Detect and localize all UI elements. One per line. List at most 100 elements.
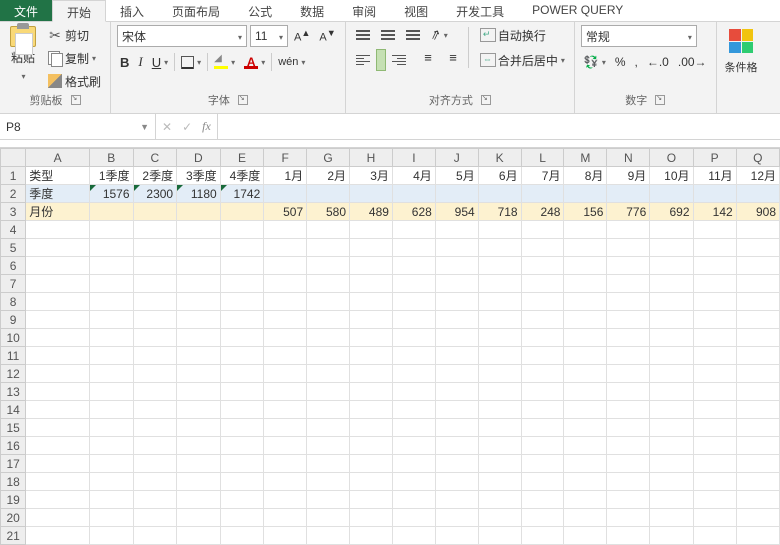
cell[interactable]	[350, 221, 393, 239]
cell[interactable]	[478, 221, 521, 239]
cell[interactable]	[693, 293, 736, 311]
cell[interactable]	[177, 221, 221, 239]
cell[interactable]	[650, 329, 693, 347]
tab-home[interactable]: 开始	[52, 0, 106, 22]
cell[interactable]: 142	[693, 203, 736, 221]
column-header[interactable]: F	[264, 149, 307, 167]
orientation-button[interactable]: ⇗	[427, 25, 451, 45]
cell[interactable]	[89, 437, 133, 455]
cell[interactable]	[350, 329, 393, 347]
cell[interactable]	[307, 473, 350, 491]
cell[interactable]	[736, 473, 779, 491]
cell[interactable]	[650, 347, 693, 365]
cell[interactable]	[177, 275, 221, 293]
cell[interactable]	[650, 185, 693, 203]
cell[interactable]	[264, 293, 307, 311]
cell[interactable]	[607, 491, 650, 509]
cell[interactable]	[89, 491, 133, 509]
cell[interactable]	[177, 203, 221, 221]
cell[interactable]	[435, 437, 478, 455]
cell[interactable]	[435, 527, 478, 545]
cell[interactable]: 2季度	[133, 167, 177, 185]
cell[interactable]	[177, 527, 221, 545]
cell[interactable]	[521, 455, 564, 473]
cell[interactable]	[307, 401, 350, 419]
cell[interactable]: 5月	[435, 167, 478, 185]
column-header[interactable]: I	[392, 149, 435, 167]
cell[interactable]	[350, 275, 393, 293]
cell[interactable]	[521, 311, 564, 329]
cell[interactable]	[350, 527, 393, 545]
cell[interactable]	[177, 347, 221, 365]
cell[interactable]	[350, 437, 393, 455]
row-header[interactable]: 6	[1, 257, 26, 275]
cell[interactable]	[736, 185, 779, 203]
cell[interactable]	[607, 419, 650, 437]
cell[interactable]	[26, 455, 90, 473]
cell[interactable]	[307, 419, 350, 437]
cell[interactable]	[177, 437, 221, 455]
cell[interactable]	[133, 509, 177, 527]
cell[interactable]	[736, 383, 779, 401]
cell[interactable]	[264, 509, 307, 527]
row-header[interactable]: 16	[1, 437, 26, 455]
cell[interactable]	[564, 437, 607, 455]
cell[interactable]	[435, 419, 478, 437]
cell[interactable]	[650, 473, 693, 491]
align-top-button[interactable]	[352, 25, 374, 45]
cell[interactable]	[435, 311, 478, 329]
cell[interactable]	[650, 365, 693, 383]
cell[interactable]	[607, 437, 650, 455]
cell[interactable]	[478, 311, 521, 329]
cell[interactable]	[521, 401, 564, 419]
cell[interactable]	[478, 473, 521, 491]
cell[interactable]	[650, 509, 693, 527]
cell[interactable]: 4季度	[220, 167, 264, 185]
cell[interactable]	[693, 473, 736, 491]
cell[interactable]	[736, 347, 779, 365]
cell[interactable]	[264, 455, 307, 473]
cell[interactable]	[307, 437, 350, 455]
cell[interactable]	[392, 527, 435, 545]
font-size-combo[interactable]: 11	[250, 25, 288, 47]
cell[interactable]	[435, 455, 478, 473]
cell[interactable]	[26, 437, 90, 455]
align-bottom-button[interactable]	[402, 25, 424, 45]
cell[interactable]	[521, 527, 564, 545]
row-header[interactable]: 10	[1, 329, 26, 347]
cell[interactable]	[220, 293, 264, 311]
cell[interactable]	[350, 185, 393, 203]
cell[interactable]	[693, 275, 736, 293]
column-header[interactable]: K	[478, 149, 521, 167]
cell[interactable]: 3季度	[177, 167, 221, 185]
phonetic-button[interactable]: wén	[275, 52, 308, 72]
cell[interactable]	[478, 455, 521, 473]
clipboard-dialog-launcher[interactable]	[71, 95, 81, 105]
cell[interactable]	[220, 473, 264, 491]
cell[interactable]	[89, 239, 133, 257]
cell[interactable]	[26, 311, 90, 329]
comma-format-button[interactable]: ,	[632, 52, 641, 72]
cell[interactable]	[220, 509, 264, 527]
cell[interactable]	[736, 455, 779, 473]
cell[interactable]	[478, 293, 521, 311]
row-header[interactable]: 1	[1, 167, 26, 185]
font-color-button[interactable]: A	[241, 52, 268, 72]
cell[interactable]	[478, 419, 521, 437]
cell[interactable]	[607, 455, 650, 473]
cell[interactable]	[693, 311, 736, 329]
align-right-button[interactable]	[388, 50, 410, 70]
cell[interactable]	[392, 239, 435, 257]
cell[interactable]: 1季度	[89, 167, 133, 185]
cell[interactable]	[478, 275, 521, 293]
cell[interactable]	[220, 437, 264, 455]
cell[interactable]	[220, 491, 264, 509]
cell[interactable]	[736, 437, 779, 455]
cell[interactable]	[26, 239, 90, 257]
cell[interactable]	[307, 455, 350, 473]
cell[interactable]	[133, 203, 177, 221]
cell[interactable]	[435, 275, 478, 293]
cell[interactable]	[307, 311, 350, 329]
cell[interactable]	[89, 401, 133, 419]
cell[interactable]	[264, 527, 307, 545]
